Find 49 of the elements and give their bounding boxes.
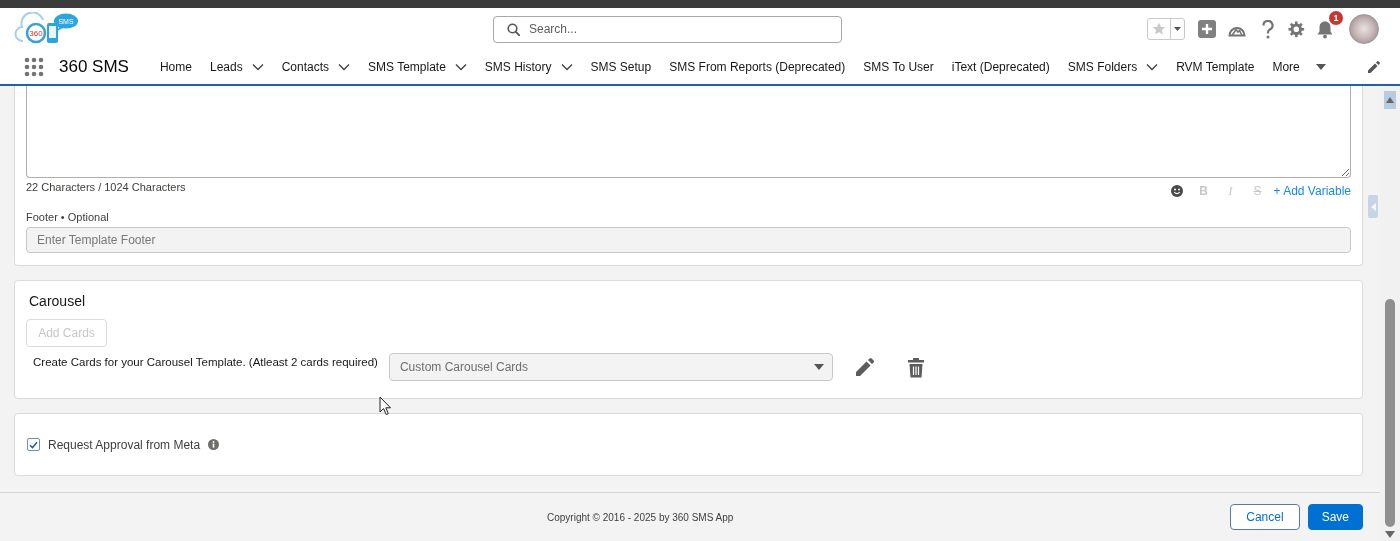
cancel-button[interactable]: Cancel — [1230, 504, 1300, 530]
nav-tab[interactable]: iText (Deprecated) — [951, 54, 1050, 80]
app-launcher-icon[interactable] — [24, 57, 44, 77]
message-field[interactable] — [26, 86, 1351, 178]
app-name: 360 SMS — [59, 57, 129, 77]
edit-icon[interactable] — [854, 357, 875, 377]
chevron-down-icon[interactable] — [454, 63, 467, 71]
nav-tab[interactable]: SMS From Reports (Deprecated) — [669, 54, 846, 80]
search-field[interactable]: Search... — [493, 15, 842, 43]
info-icon[interactable] — [208, 439, 220, 450]
caret-down-icon — [1174, 27, 1181, 31]
nav-tab[interactable]: Contacts — [281, 54, 329, 80]
help-icon[interactable] — [1261, 19, 1275, 39]
copyright-text: Copyright © 2016 - 2025 by 360 SMS App — [547, 511, 734, 523]
chevron-down-icon[interactable] — [251, 63, 264, 71]
chevron-down-icon[interactable] — [338, 63, 350, 71]
more-menu[interactable]: More — [1272, 60, 1326, 74]
settings-icon[interactable] — [1288, 20, 1305, 38]
section-title: Carousel — [29, 292, 87, 310]
carousel-hint: Create Cards for your Carousel Template. (Atleast 2 cards required) — [33, 356, 378, 368]
notification-badge: 1 — [1329, 10, 1343, 25]
chevron-down-icon[interactable] — [560, 63, 573, 71]
edit-icon[interactable] — [1367, 60, 1381, 74]
checkbox[interactable] — [27, 438, 40, 451]
nav-tab[interactable]: Home — [159, 54, 192, 80]
checkbox-label: Request Approval from Meta — [48, 437, 201, 452]
field-label: Footer • Optional — [26, 210, 110, 224]
collapse-handle[interactable] — [1368, 195, 1378, 218]
nav-tab[interactable]: SMS Template — [368, 54, 446, 80]
nav-tab[interactable]: SMS To User — [863, 54, 934, 80]
scroll-down-arrow-icon[interactable] — [1385, 531, 1395, 538]
caret-down-icon — [1315, 64, 1326, 70]
nav-tab[interactable]: SMS History — [484, 54, 552, 80]
bell-icon[interactable] — [1316, 19, 1334, 39]
smiley-icon[interactable] — [1171, 185, 1184, 197]
character-count: 22 Characters / 1024 Characters — [26, 180, 186, 195]
plus-icon[interactable] — [1198, 20, 1216, 38]
search-icon — [507, 22, 520, 36]
nav-tab[interactable]: RVM Template — [1176, 54, 1255, 80]
caret-down-icon — [813, 364, 824, 370]
star-icon — [1152, 22, 1166, 36]
nav-tab[interactable]: Leads — [209, 54, 243, 80]
save-button[interactable]: Save — [1307, 504, 1363, 530]
nav-tab[interactable]: SMS Folders — [1067, 54, 1138, 80]
add-variable-link[interactable]: + Add Variable — [1273, 184, 1351, 198]
chevron-down-icon[interactable] — [1146, 63, 1159, 71]
delete-icon[interactable] — [906, 356, 925, 378]
avatar[interactable] — [1349, 14, 1379, 44]
nav-tab[interactable]: SMS Setup — [590, 54, 652, 80]
